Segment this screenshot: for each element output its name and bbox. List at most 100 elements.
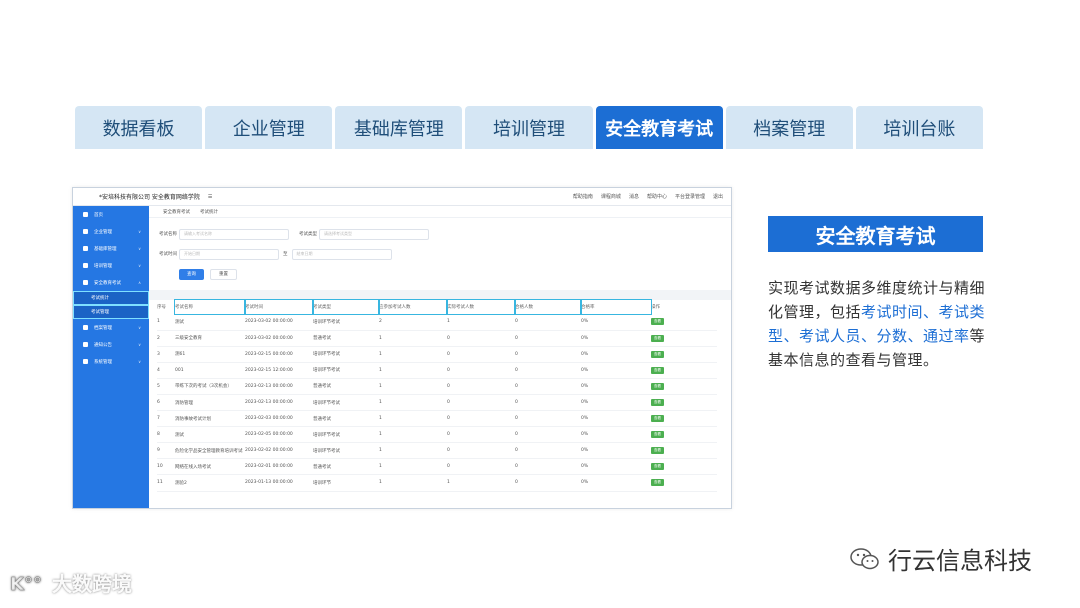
sidebar-item-safety-exam[interactable]: 安全教育考试 ∧ (73, 274, 149, 291)
view-button[interactable]: 查看 (651, 334, 664, 342)
sidebar-item-system[interactable]: 系统管理 ∨ (73, 353, 149, 370)
main-content: 安全教育考试 考试统计 考试名称 请输入考试名称 考试类型 请选择考试类型 考试… (149, 206, 731, 508)
view-button[interactable]: 查看 (651, 350, 664, 358)
view-button[interactable]: 查看 (651, 431, 664, 439)
table-cell: 001 (175, 362, 245, 379)
table-cell: 1 (379, 426, 447, 444)
chevron-up-icon: ∧ (138, 280, 141, 285)
table-cell: 9 (157, 442, 175, 460)
table-row: 2 三级安全教育 2023-03-02 00:00:00 普通考试 1 0 0 0% 查看 (157, 330, 717, 347)
table-cell: 三级安全教育 (175, 330, 245, 347)
tab-safety-exam[interactable]: 安全教育考试 (595, 106, 723, 149)
table-row: 6 消防管理 2023-02-13 00:00:00 培训环节考试 1 0 0 0% 查看 (157, 394, 717, 412)
tab-data-dashboard[interactable]: 数据看板 (75, 106, 203, 149)
table-row: 4 001 2023-02-15 12:00:00 培训环节考试 1 0 0 0% 查看 (157, 362, 717, 379)
exam-type-select[interactable]: 请选择考试类型 (319, 228, 429, 240)
view-button[interactable]: 查看 (651, 318, 664, 326)
crumb-safety-exam[interactable]: 安全教育考试 (163, 209, 190, 215)
table-cell: 1 (379, 458, 447, 476)
top-menu-logout[interactable]: 退出 (713, 193, 723, 200)
end-date-input[interactable]: 结束日期 (291, 248, 392, 260)
feature-title: 安全教育考试 (768, 216, 983, 252)
view-button[interactable]: 查看 (651, 399, 664, 407)
table-cell: 0 (447, 346, 515, 363)
view-button[interactable]: 查看 (651, 366, 664, 374)
start-date-input[interactable]: 开始日期 (179, 248, 279, 260)
view-button[interactable]: 查看 (651, 415, 664, 423)
table-cell: 1 (379, 394, 447, 412)
table-cell: 1 (379, 346, 447, 363)
view-button[interactable]: 查看 (651, 479, 664, 487)
table-cell: 测61 (175, 346, 245, 363)
table-cell: 2023-02-13 00:00:00 (245, 378, 313, 395)
wechat-icon (850, 547, 879, 569)
tab-archive[interactable]: 档案管理 (725, 106, 853, 149)
top-menu-account[interactable]: 平台登录管理 (675, 193, 705, 200)
table-header-row: 序号 考试名称 考试时间 考试类型 应参加考试人数 实际考试人数 合格人数 合格… (157, 299, 717, 315)
table-cell: 培训环节考试 (313, 394, 379, 412)
col-exam-name: 考试名称 (174, 299, 246, 315)
watermark: K°° 大数跨境 (8, 568, 132, 597)
table-row: 1 测试 2023-03-02 00:00:00 培训环节考试 2 1 0 0% 查看 (157, 314, 717, 331)
watermark-text: 大数跨境 (52, 572, 132, 596)
exam-time-label: 考试时间 (159, 252, 177, 257)
top-menu-course-mall[interactable]: 课程商城 (601, 193, 621, 200)
sidebar-item-home[interactable]: 首页 (73, 206, 149, 223)
table-cell: 培训环节 (313, 474, 379, 492)
table-cell: 2023-02-01 00:00:00 (245, 458, 313, 476)
col-index: 序号 (157, 305, 166, 310)
table-cell: 0 (515, 314, 581, 331)
table-cell: 11 (157, 474, 175, 492)
action-cell: 查看 (651, 330, 717, 347)
table-cell: 0% (581, 378, 651, 395)
top-menu-help-center[interactable]: 帮助中心 (647, 193, 667, 200)
tab-base-library[interactable]: 基础库管理 (335, 106, 463, 149)
top-menu-messages[interactable]: 消息 (629, 193, 639, 200)
table-cell: 2023-01-13 00:00:00 (245, 474, 313, 492)
table-cell: 2023-02-13 00:00:00 (245, 394, 313, 412)
tab-enterprise[interactable]: 企业管理 (205, 106, 333, 149)
sidebar-item-base-library[interactable]: 基础库管理 ∨ (73, 240, 149, 257)
view-button[interactable]: 查看 (651, 447, 664, 455)
menu-icon[interactable]: ☰ (208, 194, 212, 200)
chevron-down-icon: ∨ (138, 229, 141, 234)
table-cell: 0% (581, 442, 651, 460)
table-row: 9 危险化学品安全管理教育培训考试 2023-02-02 00:00:00 培训环节考… (157, 442, 717, 460)
exam-name-input[interactable]: 请输入考试名称 (179, 228, 289, 240)
sidebar-sub-exam-stats[interactable]: 考试统计 (73, 291, 149, 305)
sidebar-item-archive[interactable]: 档案管理 ∨ (73, 319, 149, 336)
view-button[interactable]: 查看 (651, 382, 664, 390)
exam-stats-table: 序号 考试名称 考试时间 考试类型 应参加考试人数 实际考试人数 合格人数 合格… (157, 299, 717, 492)
table-cell: 培训环节考试 (313, 362, 379, 379)
table-cell: 2023-03-02 00:00:00 (245, 314, 313, 331)
search-button[interactable]: 查询 (179, 268, 204, 280)
top-menu-help-guide[interactable]: 帮助指南 (573, 193, 593, 200)
table-cell: 1 (379, 362, 447, 379)
table-cell: 危险化学品安全管理教育培训考试 (175, 442, 245, 460)
table-cell: 3 (157, 346, 175, 363)
tab-training-ledger[interactable]: 培训台账 (855, 106, 983, 149)
action-cell: 查看 (651, 410, 717, 428)
table-cell: 培训环节考试 (313, 346, 379, 363)
table-cell: 0 (515, 378, 581, 395)
tab-training[interactable]: 培训管理 (465, 106, 593, 149)
table-cell: 0% (581, 474, 651, 492)
footer-brand: 行云信息科技 (850, 541, 1032, 576)
table-cell: 10 (157, 458, 175, 476)
breadcrumb: 安全教育考试 考试统计 (149, 206, 731, 218)
table-cell: 培训环节考试 (313, 426, 379, 444)
table-cell: 培训环节考试 (313, 314, 379, 331)
view-button[interactable]: 查看 (651, 463, 664, 471)
sidebar-item-enterprise[interactable]: 企业管理 ∨ (73, 223, 149, 240)
chevron-down-icon: ∨ (138, 325, 141, 330)
filter-form: 考试名称 请输入考试名称 考试类型 请选择考试类型 考试时间 开始日期 至 结束… (149, 218, 731, 282)
crumb-exam-stats[interactable]: 考试统计 (200, 209, 218, 215)
sidebar-item-notice[interactable]: 通知公告 ∨ (73, 336, 149, 353)
table-cell: 0 (515, 458, 581, 476)
table-cell: 培训环节考试 (313, 442, 379, 460)
sidebar-sub-exam-manage[interactable]: 考试管理 (73, 305, 149, 319)
table-cell: 0% (581, 362, 651, 379)
reset-button[interactable]: 重置 (210, 268, 237, 280)
table-cell: 消防管理 (175, 394, 245, 412)
sidebar-item-training[interactable]: 培训管理 ∨ (73, 257, 149, 274)
